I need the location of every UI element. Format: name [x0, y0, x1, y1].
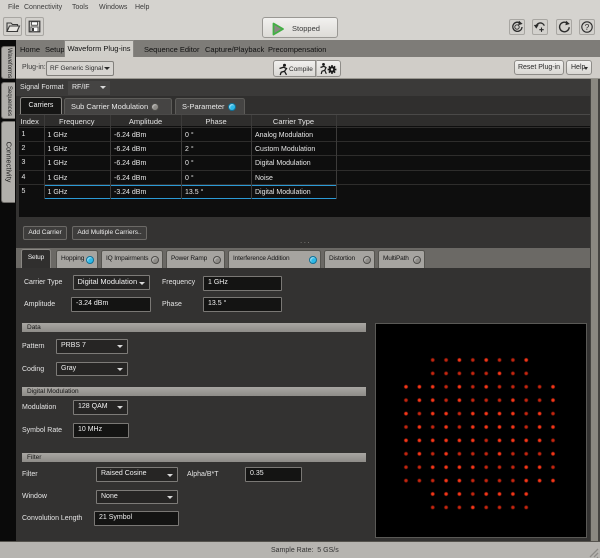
svg-text:?: ? — [585, 22, 590, 32]
